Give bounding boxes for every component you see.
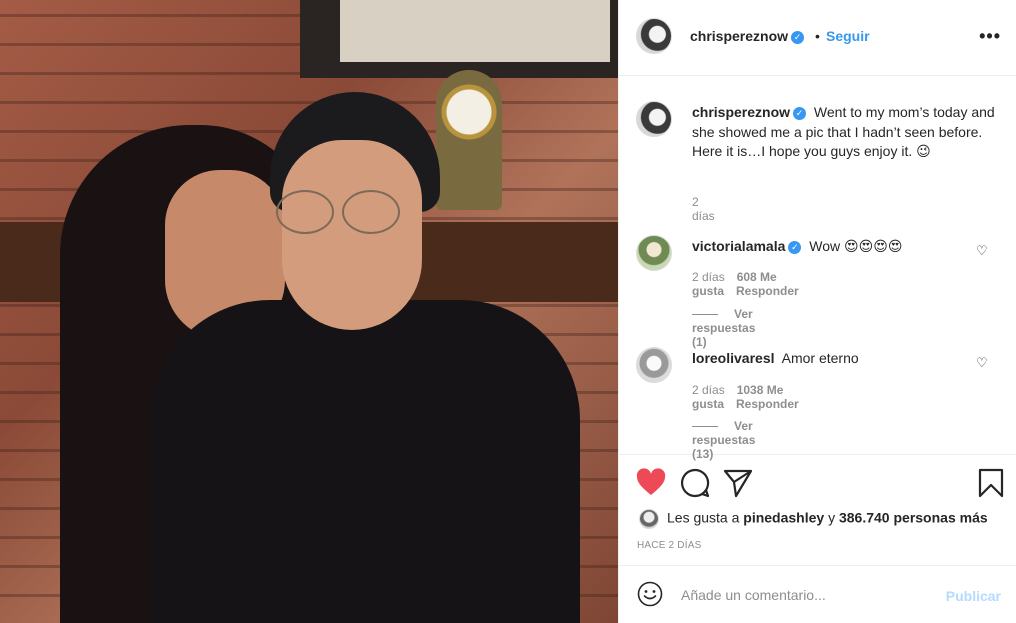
- photo-man-body: [150, 300, 580, 623]
- reply-button[interactable]: Responder: [736, 397, 799, 411]
- comment-icon[interactable]: [679, 467, 711, 499]
- comment-text: victorialamala ✓ Wow 😍😍😍😍: [692, 237, 1002, 257]
- caption-username[interactable]: chrispereznow ✓: [692, 104, 807, 120]
- emoji-smile-icon[interactable]: [637, 581, 663, 607]
- comment-username[interactable]: loreolivaresl: [692, 350, 775, 366]
- caption-time[interactable]: 2 días: [692, 195, 715, 223]
- post-header: chrispereznow ✓ • Seguir •••: [619, 0, 1016, 76]
- comment-body: Wow 😍😍😍😍: [809, 238, 903, 254]
- commenter-avatar[interactable]: [636, 235, 672, 271]
- add-comment-bar: Añade un comentario... Publicar: [619, 567, 1016, 623]
- commenter-avatar[interactable]: [636, 347, 672, 383]
- comment-input[interactable]: Añade un comentario...: [681, 587, 826, 603]
- liker-avatar[interactable]: [639, 509, 659, 529]
- like-comment-heart-icon[interactable]: ♡: [976, 355, 988, 371]
- comment-body: Amor eterno: [781, 350, 859, 366]
- like-comment-heart-icon[interactable]: ♡: [976, 243, 988, 259]
- photo-frame-art: [340, 0, 610, 62]
- verified-badge-icon: ✓: [791, 30, 805, 44]
- verified-badge-icon: ✓: [793, 106, 807, 120]
- caption-avatar[interactable]: [636, 101, 672, 137]
- publish-button[interactable]: Publicar: [946, 588, 1001, 604]
- photo-glasses: [276, 190, 406, 236]
- likes-prefix: Les gusta a: [667, 509, 740, 526]
- comment-text: loreolivaresl Amor eterno: [692, 349, 1002, 369]
- like-heart-icon[interactable]: [635, 467, 667, 499]
- post-photo[interactable]: [0, 0, 618, 623]
- share-icon[interactable]: [722, 467, 754, 499]
- likes-count[interactable]: 386.740 personas más: [839, 510, 988, 526]
- comment-meta: 2 días 608 Me gusta Responder: [692, 270, 799, 298]
- author-username[interactable]: chrispereznow ✓: [690, 28, 805, 44]
- more-options-icon[interactable]: •••: [979, 26, 1001, 47]
- save-bookmark-icon[interactable]: [975, 467, 1007, 499]
- caption-text: chrispereznow ✓ Went to my mom’s today an…: [692, 103, 1002, 162]
- separator-dot: •: [815, 28, 820, 44]
- post-side-panel: chrispereznow ✓ • Seguir ••• chrisperezno…: [618, 0, 1016, 623]
- view-replies-button[interactable]: Ver respuestas (1): [692, 307, 755, 349]
- liker-username[interactable]: pinedashley: [743, 510, 824, 526]
- photo-clock: [436, 70, 502, 210]
- comments-list[interactable]: chrispereznow ✓ Went to my mom’s today an…: [619, 77, 1016, 461]
- reply-button[interactable]: Responder: [736, 284, 799, 298]
- comment-meta: 2 días 1038 Me gusta Responder: [692, 383, 799, 411]
- likes-summary: Les gusta a pinedashley y 386.740 person…: [639, 509, 988, 529]
- comment-username[interactable]: victorialamala ✓: [692, 238, 802, 254]
- post-timestamp[interactable]: HACE 2 DÍAS: [637, 540, 701, 551]
- post-actions: Les gusta a pinedashley y 386.740 person…: [619, 456, 1016, 566]
- verified-badge-icon: ✓: [788, 240, 802, 254]
- likes-connector: y: [828, 509, 836, 526]
- comment-time[interactable]: 2 días: [692, 383, 725, 397]
- view-replies-button[interactable]: Ver respuestas (13): [692, 419, 755, 461]
- follow-button[interactable]: Seguir: [826, 28, 870, 44]
- comment-time[interactable]: 2 días: [692, 270, 725, 284]
- author-avatar[interactable]: [636, 18, 672, 54]
